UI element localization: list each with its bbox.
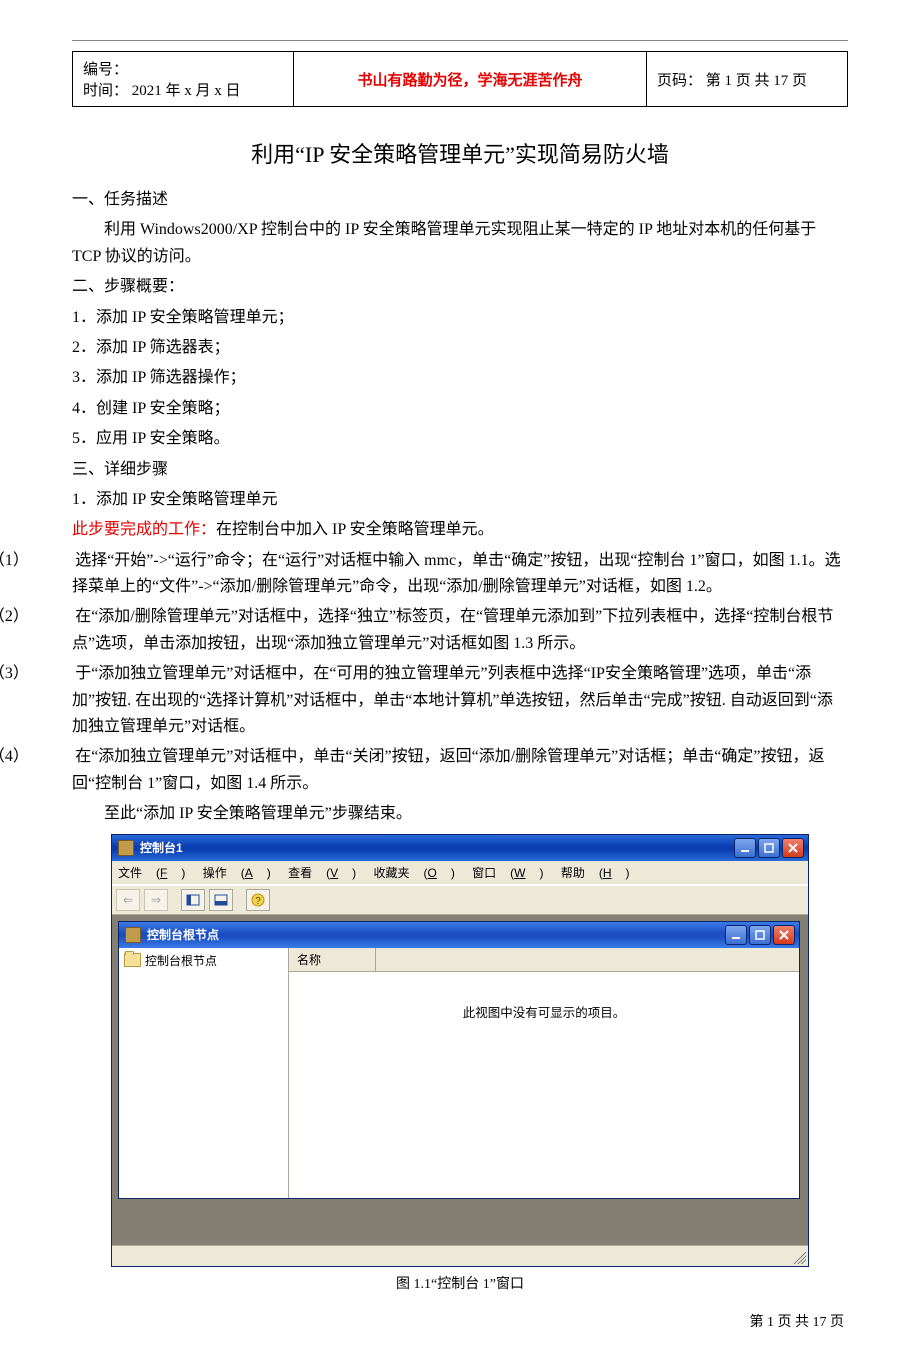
mmc-icon: [125, 927, 141, 943]
red-prefix: 此步要完成的工作：: [72, 521, 216, 538]
time-value: 2021 年 x 月 x 日: [132, 83, 241, 99]
tree-root-item[interactable]: 控制台根节点: [122, 951, 285, 970]
header-left-cell: 编号： 时间： 2021 年 x 月 x 日: [73, 52, 294, 107]
time-label: 时间：: [83, 83, 128, 99]
red-line: 此步要完成的工作：在控制台中加入 IP 安全策略管理单元。: [72, 517, 848, 543]
menu-view[interactable]: 查看(V): [288, 866, 356, 880]
header-box: 编号： 时间： 2021 年 x 月 x 日 书山有路勤为径，学海无涯苦作舟 页…: [72, 51, 848, 107]
child-minimize-button[interactable]: [725, 925, 747, 945]
header-right-cell: 页码： 第 1 页 共 17 页: [647, 52, 848, 107]
svg-text:?: ?: [255, 896, 261, 907]
toolbar: ⇐ ⇒ ?: [112, 885, 808, 915]
serial-label: 编号：: [83, 62, 128, 78]
sub-step: （3）于“添加独立管理单元”对话框中，在“可用的独立管理单元”列表框中选择“IP…: [72, 661, 848, 740]
mmc-window: 控制台1 文件(F) 操作(A) 查看(V) 收藏夹(O) 窗口(W) 帮助(H…: [111, 834, 809, 1267]
back-button[interactable]: ⇐: [116, 889, 140, 911]
figure-caption: 图 1.1“控制台 1”窗口: [72, 1273, 848, 1293]
child-maximize-button[interactable]: [749, 925, 771, 945]
list-header[interactable]: 名称: [289, 948, 799, 972]
page-footer: 第 1 页 共 17 页: [72, 1311, 848, 1331]
step-item: 1．添加 IP 安全策略管理单元；: [72, 305, 848, 331]
step-item: 2．添加 IP 筛选器表；: [72, 335, 848, 361]
page-label: 页码：: [657, 73, 702, 89]
end-line: 至此“添加 IP 安全策略管理单元”步骤结束。: [72, 801, 848, 827]
menu-help[interactable]: 帮助(H): [561, 866, 630, 880]
section2-heading: 二、步骤概要：: [72, 274, 848, 300]
outer-title: 控制台1: [140, 839, 734, 856]
child-window: 控制台根节点 控制台根节点: [118, 921, 800, 1199]
child-title: 控制台根节点: [147, 926, 725, 943]
step1-title: 1．添加 IP 安全策略管理单元: [72, 487, 848, 513]
minimize-button[interactable]: [734, 838, 756, 858]
outer-titlebar[interactable]: 控制台1: [112, 835, 808, 861]
statusbar: [112, 1245, 808, 1266]
maximize-button[interactable]: [758, 838, 780, 858]
page-title: 利用“IP 安全策略管理单元”实现简易防火墙: [72, 137, 848, 169]
folder-icon: [124, 953, 141, 967]
toolbar-btn-1[interactable]: [181, 889, 205, 911]
step-item: 3．添加 IP 筛选器操作；: [72, 365, 848, 391]
top-rule: [72, 40, 848, 41]
list-empty-message: 此视图中没有可显示的项目。: [289, 972, 799, 1198]
sub-step: （2）在“添加/删除管理单元”对话框中，选择“独立”标签页，在“管理单元添加到”…: [72, 604, 848, 657]
list-pane: 名称 此视图中没有可显示的项目。: [289, 948, 799, 1198]
child-close-button[interactable]: [773, 925, 795, 945]
section1-para: 利用 Windows2000/XP 控制台中的 IP 安全策略管理单元实现阻止某…: [72, 217, 848, 270]
resize-grip[interactable]: [790, 1248, 806, 1264]
red-rest: 在控制台中加入 IP 安全策略管理单元。: [216, 521, 494, 538]
sub-step: （1）选择“开始”->“运行”命令；在“运行”对话框中输入 mmc，单击“确定”…: [72, 548, 848, 601]
step-item: 5．应用 IP 安全策略。: [72, 426, 848, 452]
toolbar-help-button[interactable]: ?: [246, 889, 270, 911]
menu-action[interactable]: 操作(A): [203, 866, 271, 880]
header-motto: 书山有路勤为径，学海无涯苦作舟: [294, 52, 647, 107]
menu-window[interactable]: 窗口(W): [472, 866, 543, 880]
close-button[interactable]: [782, 838, 804, 858]
forward-button[interactable]: ⇒: [144, 889, 168, 911]
tree-pane[interactable]: 控制台根节点: [119, 948, 289, 1198]
child-titlebar[interactable]: 控制台根节点: [119, 922, 799, 948]
menubar: 文件(F) 操作(A) 查看(V) 收藏夹(O) 窗口(W) 帮助(H): [112, 861, 808, 885]
step-item: 4．创建 IP 安全策略；: [72, 396, 848, 422]
mdi-area: 控制台根节点 控制台根节点: [112, 915, 808, 1245]
col-spacer: [376, 948, 799, 971]
menu-fav[interactable]: 收藏夹(O): [373, 866, 454, 880]
mmc-icon: [118, 840, 134, 856]
col-name[interactable]: 名称: [289, 948, 376, 971]
menu-file[interactable]: 文件(F): [118, 866, 185, 880]
section1-heading: 一、任务描述: [72, 187, 848, 213]
toolbar-btn-2[interactable]: [209, 889, 233, 911]
section3-heading: 三、详细步骤: [72, 457, 848, 483]
sub-step: （4）在“添加独立管理单元”对话框中，单击“关闭”按钮，返回“添加/删除管理单元…: [72, 744, 848, 797]
page-value: 第 1 页 共 17 页: [706, 73, 807, 89]
tree-root-label: 控制台根节点: [145, 952, 217, 969]
